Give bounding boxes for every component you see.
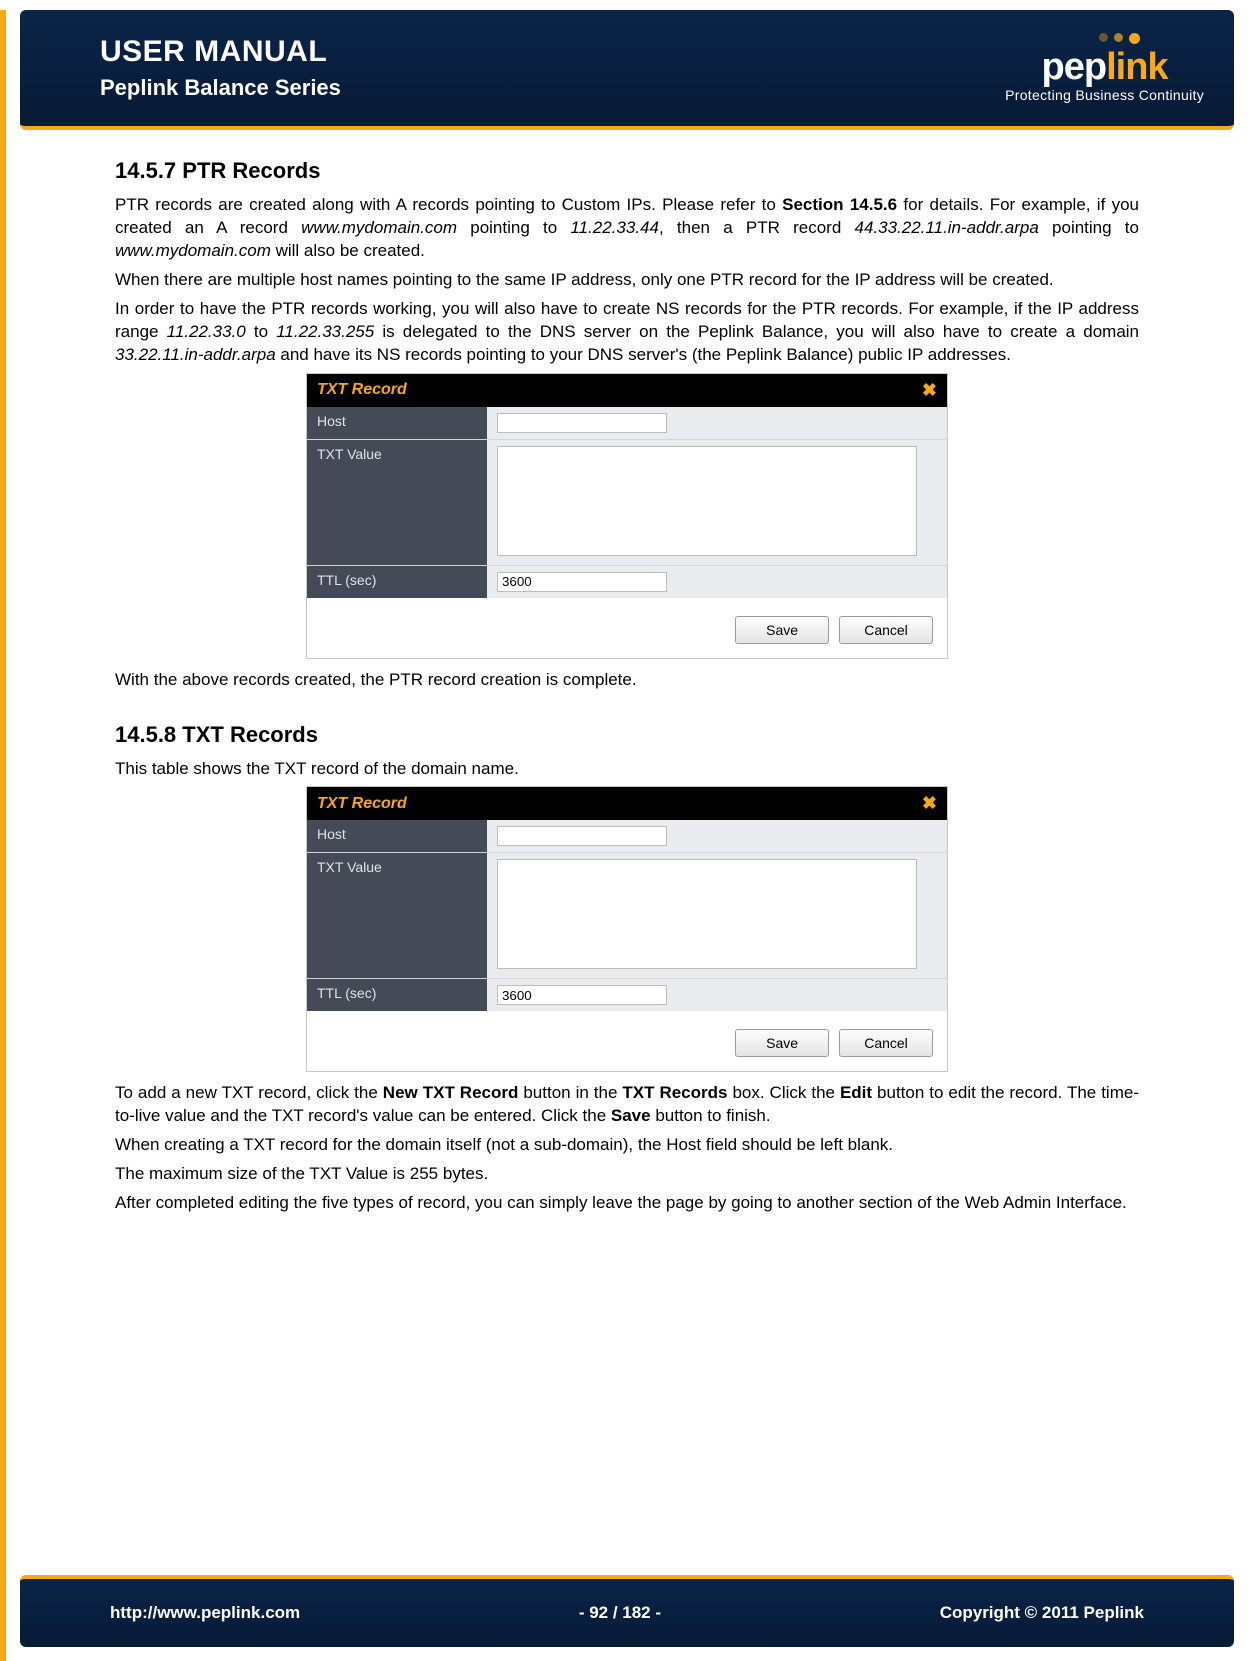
brand-name: peplink bbox=[1005, 46, 1204, 89]
footer-url: http://www.peplink.com bbox=[110, 1603, 300, 1623]
ttl-input[interactable] bbox=[497, 985, 667, 1005]
txtval-label: TXT Value bbox=[307, 853, 487, 978]
close-icon[interactable]: ✖ bbox=[922, 793, 937, 814]
save-button[interactable]: Save bbox=[735, 1029, 829, 1057]
ptr-heading: 14.5.7 PTR Records bbox=[115, 158, 1139, 184]
page-content: 14.5.7 PTR Records PTR records are creat… bbox=[0, 130, 1254, 1215]
panel-button-row: Save Cancel bbox=[307, 598, 947, 658]
txt-record-panel: TXT Record ✖ Host TXT Value TTL (sec) Sa… bbox=[306, 373, 948, 659]
txtval-row: TXT Value bbox=[307, 852, 947, 978]
header-left: USER MANUAL Peplink Balance Series bbox=[100, 35, 341, 101]
manual-title: USER MANUAL bbox=[100, 35, 341, 69]
host-row: Host bbox=[307, 820, 947, 852]
left-accent-stripe bbox=[0, 10, 6, 1661]
txt-p3: When creating a TXT record for the domai… bbox=[115, 1134, 1139, 1157]
host-input[interactable] bbox=[497, 826, 667, 846]
manual-subtitle: Peplink Balance Series bbox=[100, 75, 341, 101]
host-row: Host bbox=[307, 407, 947, 439]
txt-heading: 14.5.8 TXT Records bbox=[115, 722, 1139, 748]
header-right: peplink Protecting Business Continuity bbox=[1005, 33, 1204, 104]
txt-p4: The maximum size of the TXT Value is 255… bbox=[115, 1163, 1139, 1186]
host-input[interactable] bbox=[497, 413, 667, 433]
ttl-row: TTL (sec) bbox=[307, 565, 947, 598]
logo-dots-icon bbox=[1005, 33, 1204, 44]
txtval-label: TXT Value bbox=[307, 440, 487, 565]
ttl-label: TTL (sec) bbox=[307, 566, 487, 598]
txtval-input[interactable] bbox=[497, 859, 917, 969]
ptr-p3: In order to have the PTR records working… bbox=[115, 298, 1139, 367]
footer-band: http://www.peplink.com - 92 / 182 - Copy… bbox=[20, 1575, 1234, 1647]
ptr-p4: With the above records created, the PTR … bbox=[115, 669, 1139, 692]
cancel-button[interactable]: Cancel bbox=[839, 616, 933, 644]
panel-button-row: Save Cancel bbox=[307, 1011, 947, 1071]
ttl-row: TTL (sec) bbox=[307, 978, 947, 1011]
txt-record-panel: TXT Record ✖ Host TXT Value TTL (sec) Sa… bbox=[306, 786, 948, 1072]
txtval-input[interactable] bbox=[497, 446, 917, 556]
ttl-label: TTL (sec) bbox=[307, 979, 487, 1011]
header-band: USER MANUAL Peplink Balance Series pepli… bbox=[20, 10, 1234, 130]
ptr-p1: PTR records are created along with A rec… bbox=[115, 194, 1139, 263]
footer-copyright: Copyright © 2011 Peplink bbox=[940, 1603, 1144, 1623]
txt-panel-header: TXT Record ✖ bbox=[307, 787, 947, 820]
txt-panel-title: TXT Record bbox=[317, 381, 407, 399]
txt-p5: After completed editing the five types o… bbox=[115, 1192, 1139, 1215]
cancel-button[interactable]: Cancel bbox=[839, 1029, 933, 1057]
txt-panel-1-wrap: TXT Record ✖ Host TXT Value TTL (sec) Sa… bbox=[115, 373, 1139, 659]
txtval-row: TXT Value bbox=[307, 439, 947, 565]
footer-page: - 92 / 182 - bbox=[300, 1603, 940, 1623]
ttl-input[interactable] bbox=[497, 572, 667, 592]
txt-p2: To add a new TXT record, click the New T… bbox=[115, 1082, 1139, 1128]
ptr-p2: When there are multiple host names point… bbox=[115, 269, 1139, 292]
txt-panel-title: TXT Record bbox=[317, 795, 407, 813]
txt-panel-header: TXT Record ✖ bbox=[307, 374, 947, 407]
brand-logo: peplink Protecting Business Continuity bbox=[1005, 33, 1204, 103]
txt-panel-2-wrap: TXT Record ✖ Host TXT Value TTL (sec) Sa… bbox=[115, 786, 1139, 1072]
save-button[interactable]: Save bbox=[735, 616, 829, 644]
host-label: Host bbox=[307, 407, 487, 439]
host-label: Host bbox=[307, 820, 487, 852]
close-icon[interactable]: ✖ bbox=[922, 380, 937, 401]
brand-tagline: Protecting Business Continuity bbox=[1005, 87, 1204, 103]
txt-p1: This table shows the TXT record of the d… bbox=[115, 758, 1139, 781]
